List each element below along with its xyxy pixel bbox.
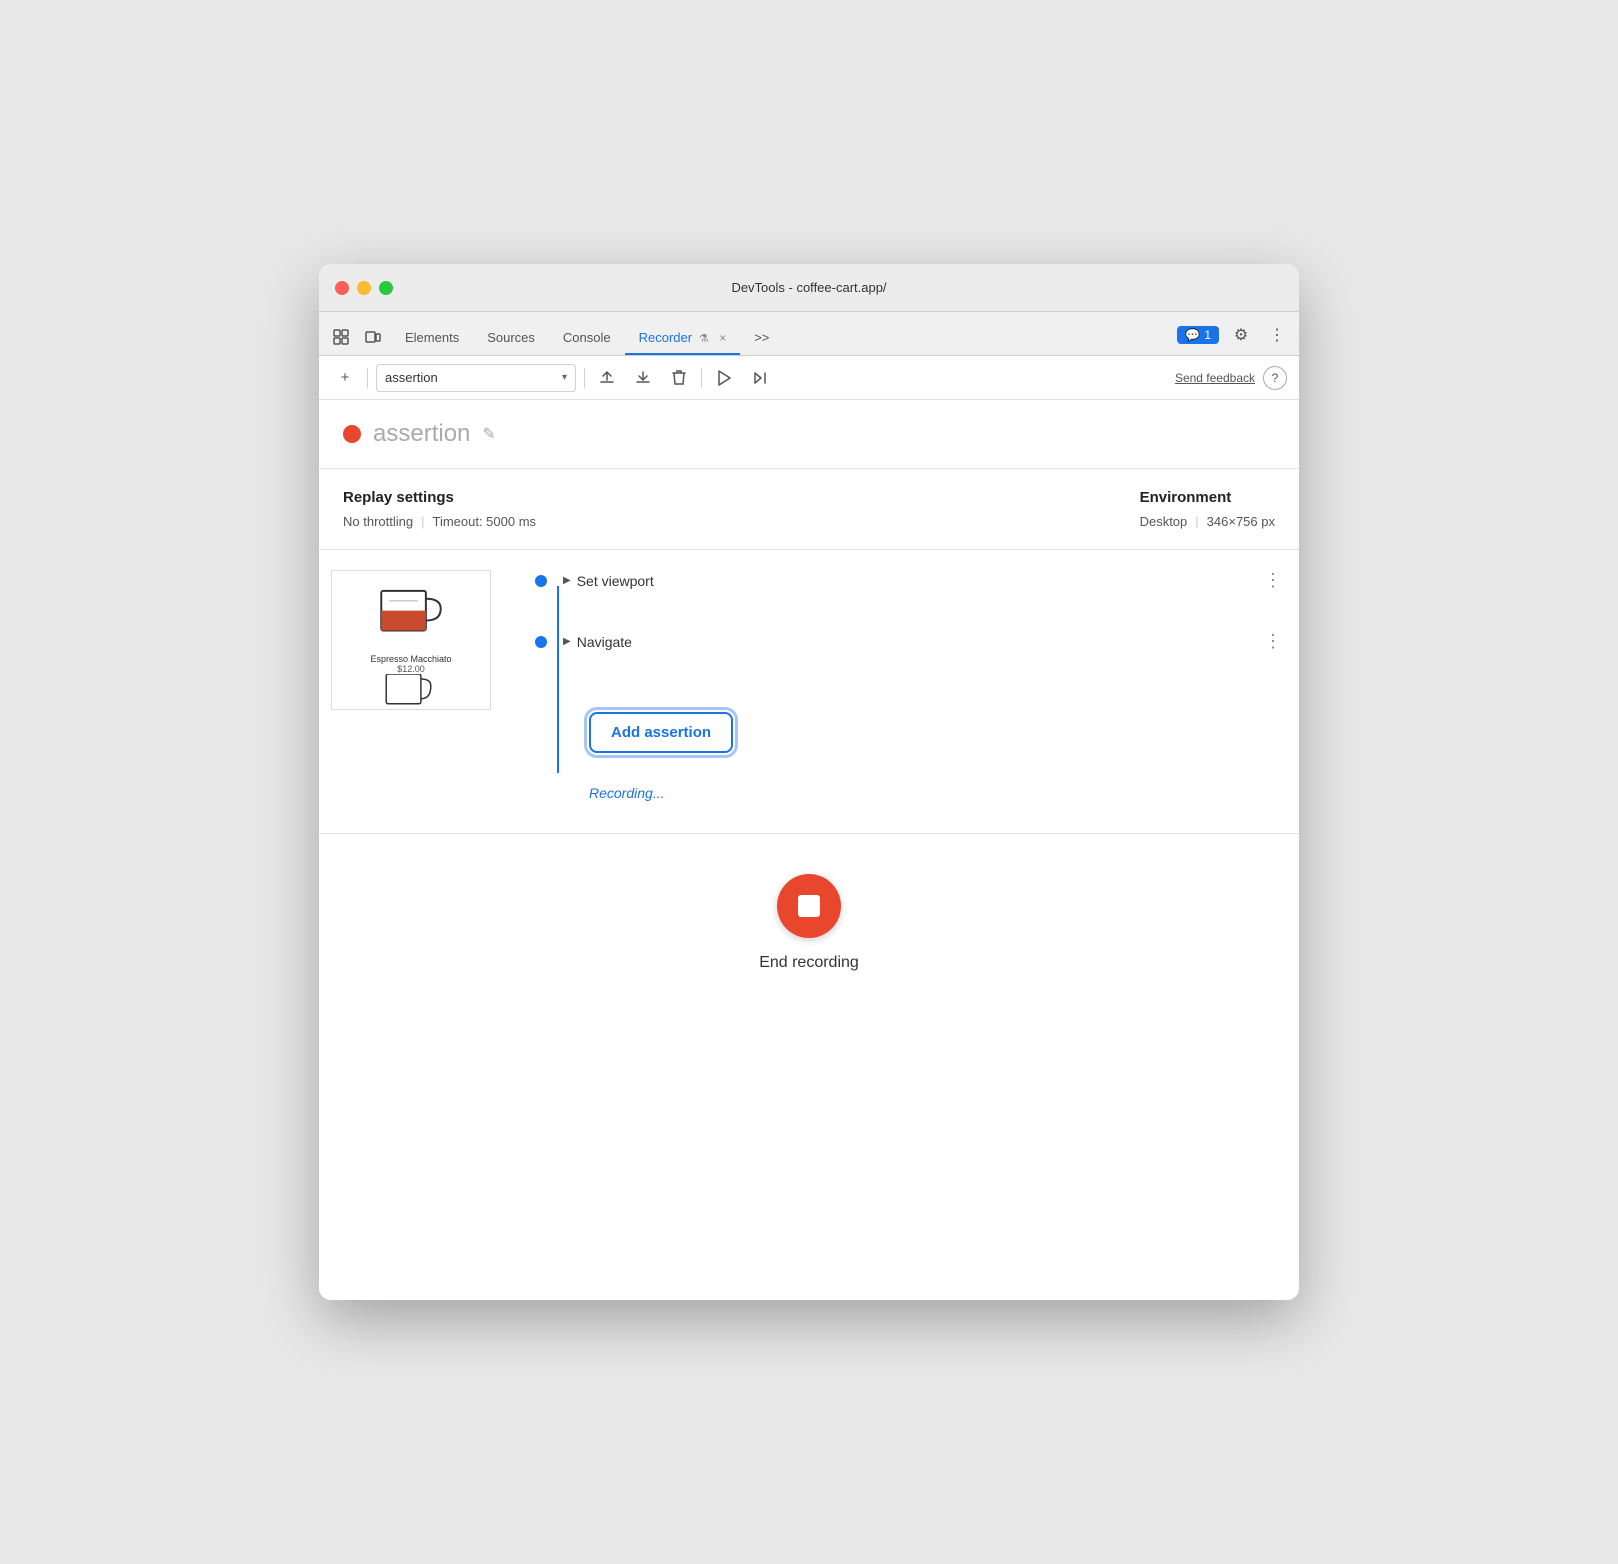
badge-count: 1 bbox=[1204, 328, 1211, 342]
tab-console[interactable]: Console bbox=[549, 322, 625, 355]
add-recording-button[interactable]: + bbox=[331, 364, 359, 392]
step-arrow-0: ▶ bbox=[563, 575, 571, 586]
device-value: Desktop bbox=[1140, 514, 1188, 529]
tab-elements[interactable]: Elements bbox=[391, 322, 473, 355]
step-item-0: ▶ Set viewport ⋮ bbox=[535, 570, 1283, 591]
env-separator: | bbox=[1195, 514, 1198, 529]
devtools-window: DevTools - coffee-cart.app/ Elements bbox=[319, 264, 1299, 1300]
tab-more[interactable]: >> bbox=[740, 322, 783, 355]
step-item-1: ▶ Navigate ⋮ bbox=[535, 631, 1283, 652]
step-label-0: ▶ Set viewport bbox=[563, 573, 654, 589]
step-label-1: ▶ Navigate bbox=[563, 634, 632, 650]
toolbar-separator-3 bbox=[701, 368, 702, 388]
window-title: DevTools - coffee-cart.app/ bbox=[731, 280, 886, 295]
step-dot-0 bbox=[535, 575, 547, 587]
tab-bar-right: 💬 1 ⚙ ⋮ bbox=[1177, 321, 1291, 349]
export-button[interactable] bbox=[593, 364, 621, 392]
throttling-value: No throttling bbox=[343, 514, 413, 529]
send-feedback-button[interactable]: Send feedback bbox=[1175, 371, 1255, 385]
tab-recorder[interactable]: Recorder ⚗ × bbox=[625, 322, 741, 355]
size-value: 346×756 px bbox=[1207, 514, 1275, 529]
step-dot-1 bbox=[535, 636, 547, 648]
tab-close-icon[interactable]: × bbox=[719, 331, 726, 345]
minimize-button[interactable] bbox=[357, 281, 371, 295]
environment-title: Environment bbox=[1140, 489, 1275, 506]
delete-button[interactable] bbox=[665, 364, 693, 392]
environment-detail: Desktop | 346×756 px bbox=[1140, 514, 1275, 529]
recording-header: assertion ✎ bbox=[319, 400, 1299, 469]
end-recording-section: End recording bbox=[319, 833, 1299, 1012]
thumbnail-product-name: Espresso Macchiato bbox=[370, 654, 451, 664]
recording-name-text: assertion bbox=[385, 370, 558, 385]
replay-settings-detail: No throttling | Timeout: 5000 ms bbox=[343, 514, 536, 529]
step-text-1: Navigate bbox=[577, 634, 632, 650]
coffee-mug-2-illustration bbox=[381, 674, 441, 709]
end-recording-label: End recording bbox=[759, 954, 859, 972]
coffee-mug-illustration bbox=[371, 571, 451, 650]
maximize-button[interactable] bbox=[379, 281, 393, 295]
tab-bar-left: Elements Sources Console Recorder ⚗ × >> bbox=[327, 322, 783, 355]
cursor-tool-icon[interactable] bbox=[327, 323, 355, 351]
help-button[interactable]: ? bbox=[1263, 366, 1287, 390]
more-options-icon[interactable]: ⋮ bbox=[1263, 321, 1291, 349]
chevron-down-icon: ▾ bbox=[562, 372, 567, 383]
recording-title: assertion bbox=[373, 420, 470, 448]
play-button[interactable] bbox=[710, 364, 738, 392]
environment-settings: Environment Desktop | 346×756 px bbox=[1140, 489, 1275, 529]
recording-status-text: Recording... bbox=[589, 785, 664, 801]
step-more-0[interactable]: ⋮ bbox=[1264, 570, 1283, 591]
step-button[interactable] bbox=[746, 364, 774, 392]
timeout-value: Timeout: 5000 ms bbox=[432, 514, 536, 529]
thumbnail-column: Espresso Macchiato $12.00 bbox=[319, 550, 519, 833]
recording-name-selector[interactable]: assertion ▾ bbox=[376, 364, 576, 392]
page-thumbnail: Espresso Macchiato $12.00 bbox=[331, 570, 491, 710]
main-content: assertion ✎ Replay settings No throttlin… bbox=[319, 400, 1299, 1300]
thumbnail-product-price: $12.00 bbox=[397, 664, 425, 674]
feedback-badge[interactable]: 💬 1 bbox=[1177, 326, 1219, 344]
step-more-1[interactable]: ⋮ bbox=[1264, 631, 1283, 652]
add-assertion-button[interactable]: Add assertion bbox=[589, 712, 733, 753]
recording-indicator bbox=[343, 425, 361, 443]
timeline-line bbox=[557, 586, 559, 773]
toolbar-separator-2 bbox=[584, 368, 585, 388]
steps-column: ▶ Set viewport ⋮ ▶ Navigate ⋮ Add bbox=[519, 550, 1299, 833]
replay-settings: Replay settings No throttling | Timeout:… bbox=[343, 489, 536, 529]
replay-settings-title: Replay settings bbox=[343, 489, 536, 506]
close-button[interactable] bbox=[335, 281, 349, 295]
toolbar-separator-1 bbox=[367, 368, 368, 388]
tab-sources[interactable]: Sources bbox=[473, 322, 549, 355]
toolbar: + assertion ▾ bbox=[319, 356, 1299, 400]
title-bar: DevTools - coffee-cart.app/ bbox=[319, 264, 1299, 312]
step-text-0: Set viewport bbox=[577, 573, 654, 589]
step-arrow-1: ▶ bbox=[563, 636, 571, 647]
device-mode-icon[interactable] bbox=[359, 323, 387, 351]
recording-status: Recording... bbox=[535, 773, 1283, 813]
settings-icon[interactable]: ⚙ bbox=[1227, 321, 1255, 349]
traffic-lights bbox=[335, 281, 393, 295]
settings-separator: | bbox=[421, 514, 424, 529]
edit-title-icon[interactable]: ✎ bbox=[482, 424, 495, 444]
tabs: Elements Sources Console Recorder ⚗ × >> bbox=[391, 322, 783, 355]
settings-section: Replay settings No throttling | Timeout:… bbox=[319, 469, 1299, 550]
stop-icon bbox=[798, 895, 820, 917]
add-assertion-area: Add assertion bbox=[535, 692, 1283, 773]
recorder-flask-icon: ⚗ bbox=[699, 333, 709, 345]
steps-area: Espresso Macchiato $12.00 ▶ bbox=[319, 550, 1299, 833]
tab-bar: Elements Sources Console Recorder ⚗ × >>… bbox=[319, 312, 1299, 356]
stop-recording-button[interactable] bbox=[777, 874, 841, 938]
chat-icon: 💬 bbox=[1185, 328, 1200, 342]
import-button[interactable] bbox=[629, 364, 657, 392]
